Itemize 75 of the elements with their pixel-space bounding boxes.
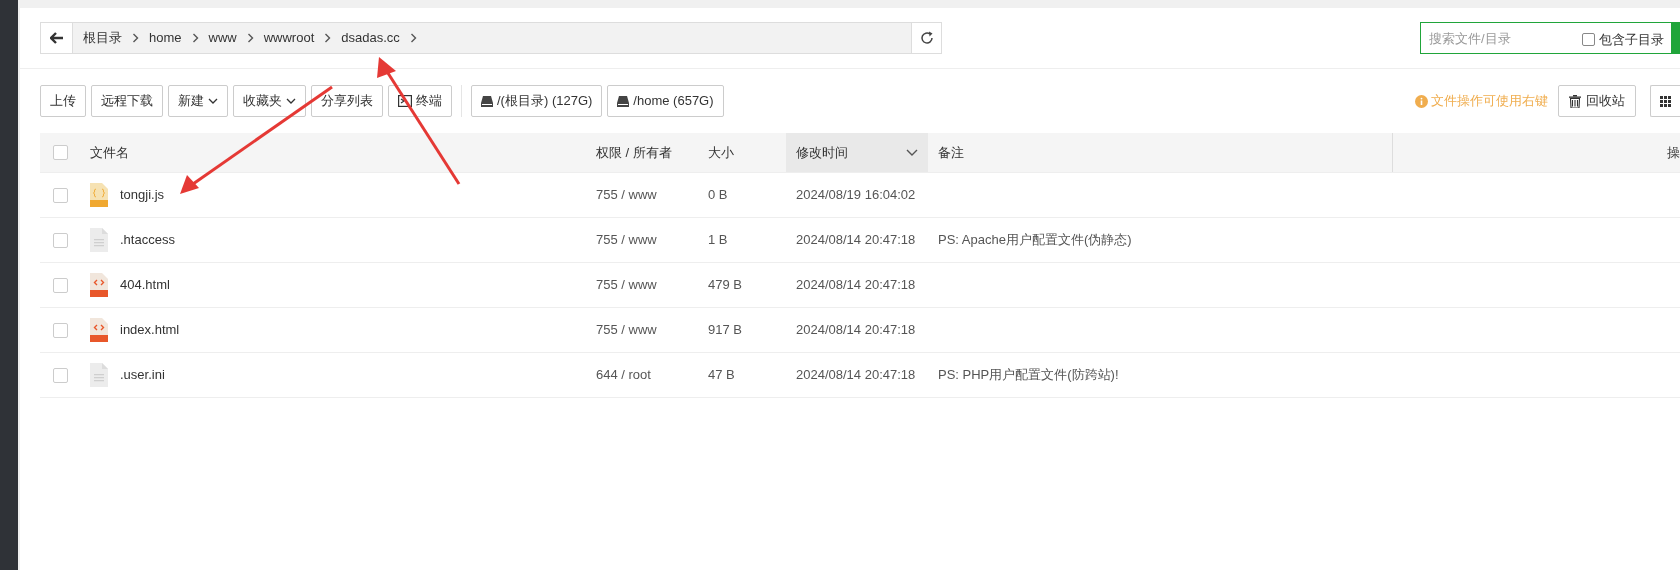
breadcrumb-link[interactable]: home [149,28,182,48]
checkbox[interactable] [52,367,68,383]
column-header: 权限 / 所有者 [595,143,673,162]
search-button[interactable] [1672,22,1680,54]
size-text: 0 B [708,187,728,203]
checkbox-label: 包含子目录 [1599,31,1664,49]
permission-text: 755 / www [596,187,657,203]
permission-text: 755 / www [596,232,657,248]
modified-time-text: 2024/08/14 20:47:18 [796,232,916,248]
column-header: 备注 [928,133,1393,172]
back-button[interactable] [41,23,73,53]
recycle-bin-button[interactable]: 回收站 [1558,85,1636,117]
note-text: PS: Apache用户配置文件(伪静态) [938,232,1132,248]
breadcrumb-link[interactable]: dsadas.cc [341,28,400,48]
sort-caret-icon [906,149,918,156]
grid-icon [1660,95,1671,107]
chevron-icon [324,33,332,43]
info-icon [1415,94,1428,108]
terminal-icon [398,95,412,107]
toolbar-button[interactable]: 上传 [40,85,86,117]
caret-icon [286,98,296,104]
toolbar-button[interactable]: 远程下载 [91,85,163,117]
html-file-icon [90,273,108,297]
modified-time-text: 2024/08/14 20:47:18 [796,367,916,383]
trash-icon [1569,94,1581,108]
permission-text: 755 / www [596,322,657,338]
checkbox[interactable] [52,277,68,293]
size-text: 1 B [708,232,728,248]
text-file-icon [90,228,108,252]
size-text: 479 B [708,277,742,293]
column-header-text: 修改时间 [796,143,848,162]
checkbox[interactable] [52,322,68,338]
permission-text: 644 / root [596,367,651,383]
modified-time-text: 2024/08/14 20:47:18 [796,322,916,338]
disk-button[interactable]: /(根目录) (127G) [471,85,603,117]
checkbox[interactable] [52,145,68,160]
file-name[interactable]: 404.html [120,275,170,295]
text-file-icon [90,363,108,387]
column-header: 大小 [707,143,735,162]
sort-column-header[interactable]: 修改时间 [786,133,928,172]
file-name[interactable]: tongji.js [120,185,165,205]
disk-button[interactable]: /home (657G) [607,85,724,117]
checkbox[interactable] [52,187,68,203]
breadcrumb-link[interactable]: 根目录 [83,28,122,48]
chevron-icon [409,33,417,43]
chevron-icon [132,33,139,43]
dropdown-button[interactable]: 新建 [168,85,228,117]
size-text: 917 B [708,322,742,338]
note-text: PS: PHP用户配置文件(防跨站)! [938,367,1119,383]
html-file-icon [90,318,108,342]
dropdown-button[interactable]: 收藏夹 [233,85,306,117]
modified-time-text: 2024/08/19 16:04:02 [796,187,916,203]
file-name[interactable]: .user.ini [120,365,165,385]
refresh-icon [919,31,934,45]
modified-time-text: 2024/08/14 20:47:18 [796,277,916,293]
refresh-button[interactable] [911,23,941,53]
column-header-text: 操 [1667,143,1680,162]
grid-view-button[interactable] [1650,85,1680,117]
caret-icon [208,98,218,104]
js-file-icon [90,183,108,207]
toolbar-button[interactable]: 终端 [388,85,452,117]
size-text: 47 B [708,367,735,383]
breadcrumb-link[interactable]: wwwroot [263,28,315,48]
checkbox[interactable] [52,232,68,248]
chevron-icon [191,33,199,43]
hint-text: 文件操作可使用右键 [1431,92,1548,111]
checkbox[interactable] [1582,33,1595,47]
file-name[interactable]: index.html [120,320,180,340]
toolbar-button[interactable]: 分享列表 [311,85,383,117]
column-header: 文件名 [89,143,130,162]
back-arrow-icon [49,32,64,44]
breadcrumb-link[interactable]: www [208,28,237,48]
file-name[interactable]: .htaccess [120,230,175,250]
permission-text: 755 / www [596,277,657,293]
chevron-icon [246,33,254,43]
